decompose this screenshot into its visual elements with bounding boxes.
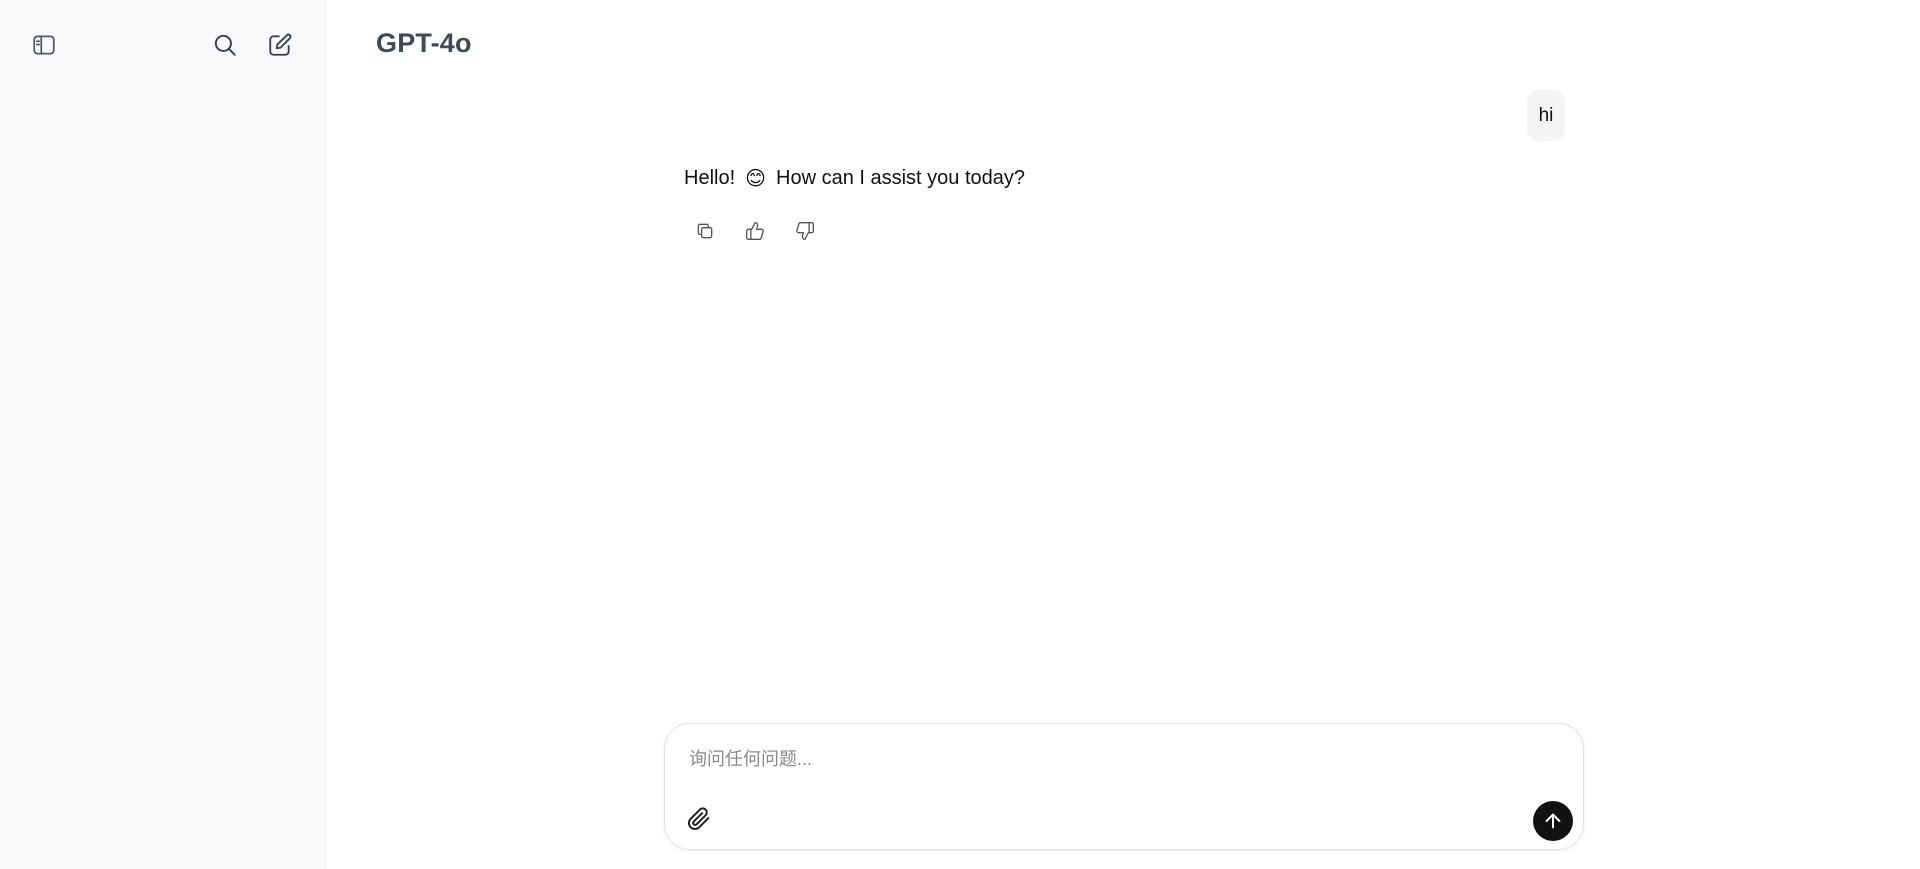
app-root: GPT-4o hi Hello! 😊 How can I assist you … (0, 0, 1920, 869)
message-actions (686, 214, 824, 248)
thumbs-down-icon (796, 222, 814, 241)
smile-emoji: 😊 (745, 168, 766, 190)
arrow-up-icon (1545, 813, 1561, 829)
thumbs-up-button[interactable] (736, 214, 774, 248)
attach-button[interactable] (683, 803, 715, 835)
search-icon (214, 34, 236, 56)
copy-button[interactable] (686, 214, 724, 248)
chat-input[interactable] (689, 744, 1549, 774)
user-message-bubble: hi (1527, 90, 1565, 141)
send-button[interactable] (1533, 801, 1573, 841)
model-title[interactable]: GPT-4o (376, 28, 472, 59)
copy-icon (697, 223, 713, 239)
new-chat-icon (269, 33, 292, 56)
paperclip-icon (688, 807, 710, 830)
message-composer (664, 723, 1584, 850)
sidebar-toggle-icon (33, 35, 55, 55)
sidebar-toggle-button[interactable] (25, 26, 63, 64)
assistant-message: Hello! 😊 How can I assist you today? (684, 166, 1025, 191)
new-chat-button[interactable] (261, 26, 299, 64)
search-button[interactable] (206, 26, 244, 64)
sidebar (0, 0, 326, 869)
thumbs-down-button[interactable] (786, 214, 824, 248)
assistant-message-text-start: Hello! (684, 167, 736, 189)
assistant-message-text-end: How can I assist you today? (776, 167, 1026, 189)
thumbs-up-icon (746, 221, 764, 240)
